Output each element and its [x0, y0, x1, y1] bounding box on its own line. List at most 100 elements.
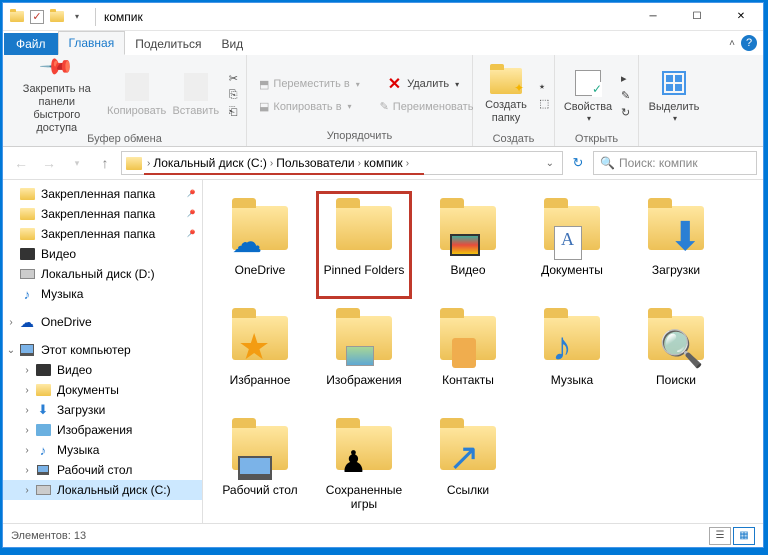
expand-icon[interactable]: ›: [21, 485, 33, 496]
collapse-ribbon-icon[interactable]: ˄: [729, 38, 735, 49]
breadcrumb-part[interactable]: Локальный диск (C:): [153, 156, 267, 170]
tree-item-pinned[interactable]: Закрепленная папка📍: [3, 204, 202, 224]
group-open-label: Открыть: [561, 133, 632, 147]
expand-icon[interactable]: ›: [21, 365, 33, 376]
music-icon: ♪: [552, 325, 572, 370]
tree-item-music[interactable]: ♪Музыка: [3, 284, 202, 304]
copy-to-button[interactable]: ⬓ Копировать в▾: [257, 99, 354, 114]
tree-item-video2[interactable]: ›Видео: [3, 360, 202, 380]
item-favorites[interactable]: ★ Избранное: [213, 302, 307, 408]
item-searches[interactable]: 🔍 Поиски: [629, 302, 723, 408]
up-button[interactable]: ↑: [93, 151, 117, 175]
expand-icon[interactable]: ›: [21, 445, 33, 456]
film-icon: [450, 234, 480, 256]
cut-icon[interactable]: ✂: [227, 71, 240, 86]
item-contacts[interactable]: Контакты: [421, 302, 515, 408]
forward-button[interactable]: →: [37, 151, 61, 175]
expand-icon[interactable]: ›: [21, 465, 33, 476]
tab-home[interactable]: Главная: [58, 31, 126, 55]
tab-file[interactable]: Файл: [4, 33, 58, 55]
qat-newfolder-icon[interactable]: [49, 9, 65, 25]
item-desktop[interactable]: Рабочий стол: [213, 412, 307, 518]
group-organize-label: Упорядочить: [253, 130, 466, 144]
tree-item-pinned[interactable]: Закрепленная папка📍: [3, 224, 202, 244]
item-music[interactable]: ♪ Музыка: [525, 302, 619, 408]
chevron-right-icon[interactable]: ›: [406, 158, 409, 169]
search-input[interactable]: 🔍 Поиск: компик: [593, 151, 757, 175]
item-documents[interactable]: Документы: [525, 192, 619, 298]
tree-item-downloads[interactable]: ›⬇Загрузки: [3, 400, 202, 420]
paste-shortcut-icon[interactable]: ⎗: [227, 105, 240, 120]
tree-item-desktop[interactable]: ›Рабочий стол: [3, 460, 202, 480]
properties-button[interactable]: Свойства▾: [561, 57, 615, 133]
new-item-icon[interactable]: ٭: [537, 79, 551, 94]
item-onedrive[interactable]: ☁ OneDrive: [213, 192, 307, 298]
item-links[interactable]: ↗ Ссылки: [421, 412, 515, 518]
tree-item-docs[interactable]: ›Документы: [3, 380, 202, 400]
delete-button[interactable]: ✕Удалить▾: [386, 73, 461, 95]
tree-item-pinned[interactable]: Закрепленная папка📍: [3, 184, 202, 204]
breadcrumb[interactable]: › Локальный диск (C:) › Пользователи › к…: [121, 151, 563, 175]
history-icon[interactable]: ↻: [619, 105, 632, 120]
item-pictures[interactable]: Изображения: [317, 302, 411, 408]
item-pinned-folders[interactable]: Pinned Folders: [317, 192, 411, 298]
star-icon: ★: [238, 326, 270, 368]
tree-item-disk-c[interactable]: ›Локальный диск (C:): [3, 480, 202, 500]
recent-dropdown-icon[interactable]: ▾: [65, 151, 89, 175]
app-icon: [9, 9, 25, 25]
tree-item-video[interactable]: Видео: [3, 244, 202, 264]
tab-share[interactable]: Поделиться: [125, 33, 211, 55]
copy-icon: [125, 73, 149, 101]
paste-icon: [184, 73, 208, 101]
navigation-tree: Закрепленная папка📍 Закрепленная папка📍 …: [3, 180, 203, 523]
expand-icon[interactable]: ›: [21, 405, 33, 416]
copy-button[interactable]: Копировать: [109, 57, 165, 133]
open-icon[interactable]: ▸: [619, 71, 632, 86]
tree-item-this-pc[interactable]: ⌄Этот компьютер: [3, 340, 202, 360]
group-clipboard-label: Буфер обмена: [9, 133, 240, 147]
chevron-right-icon[interactable]: ›: [270, 158, 273, 169]
tree-item-pictures[interactable]: ›Изображения: [3, 420, 202, 440]
item-downloads[interactable]: ⬇ Загрузки: [629, 192, 723, 298]
games-icon: ♟: [340, 445, 367, 480]
breadcrumb-history-icon[interactable]: ⌄: [542, 158, 558, 169]
close-button[interactable]: ✕: [719, 3, 763, 31]
expand-icon[interactable]: ›: [5, 317, 17, 328]
tab-view[interactable]: Вид: [211, 33, 253, 55]
details-view-button[interactable]: ☰: [709, 527, 731, 545]
breadcrumb-root-icon: [126, 157, 142, 170]
maximize-button[interactable]: ☐: [675, 3, 719, 31]
picture-icon: [346, 346, 374, 366]
icons-view-button[interactable]: ▦: [733, 527, 755, 545]
new-folder-button[interactable]: Создать папку: [479, 57, 533, 133]
item-saved-games[interactable]: ♟ Сохраненные игры: [317, 412, 411, 518]
breadcrumb-part[interactable]: Пользователи: [276, 156, 354, 170]
edit-icon[interactable]: ✎: [619, 88, 632, 103]
window-title: компик: [100, 10, 631, 24]
rename-button[interactable]: ✎ Переименовать: [378, 99, 476, 114]
item-video[interactable]: Видео: [421, 192, 515, 298]
select-button[interactable]: Выделить▾: [645, 57, 703, 133]
move-to-button[interactable]: ⬒ Переместить в▾: [257, 73, 362, 95]
chevron-right-icon[interactable]: ›: [147, 158, 150, 169]
copy-path-icon[interactable]: ⎘: [227, 88, 240, 103]
breadcrumb-part[interactable]: компик: [364, 156, 403, 170]
expand-icon[interactable]: ›: [21, 425, 33, 436]
back-button[interactable]: ←: [9, 151, 33, 175]
tree-item-onedrive[interactable]: ›☁OneDrive: [3, 312, 202, 332]
qat-dropdown-icon[interactable]: ▾: [69, 9, 85, 25]
chevron-right-icon[interactable]: ›: [358, 158, 361, 169]
item-count: Элементов: 13: [11, 530, 86, 542]
expand-icon[interactable]: ›: [21, 385, 33, 396]
expand-icon[interactable]: ⌄: [5, 345, 17, 356]
help-icon[interactable]: ?: [741, 35, 757, 51]
search-icon: 🔍: [659, 328, 704, 370]
minimize-button[interactable]: ─: [631, 3, 675, 31]
tree-item-disk-d[interactable]: Локальный диск (D:): [3, 264, 202, 284]
paste-button[interactable]: Вставить: [169, 57, 223, 133]
pin-quick-access-button[interactable]: 📌 Закрепить на панели быстрого доступа: [9, 57, 105, 133]
qat-properties-icon[interactable]: ✓: [29, 9, 45, 25]
refresh-button[interactable]: ↻: [567, 152, 589, 174]
easy-access-icon[interactable]: ⬚: [537, 96, 551, 111]
tree-item-music2[interactable]: ›♪Музыка: [3, 440, 202, 460]
